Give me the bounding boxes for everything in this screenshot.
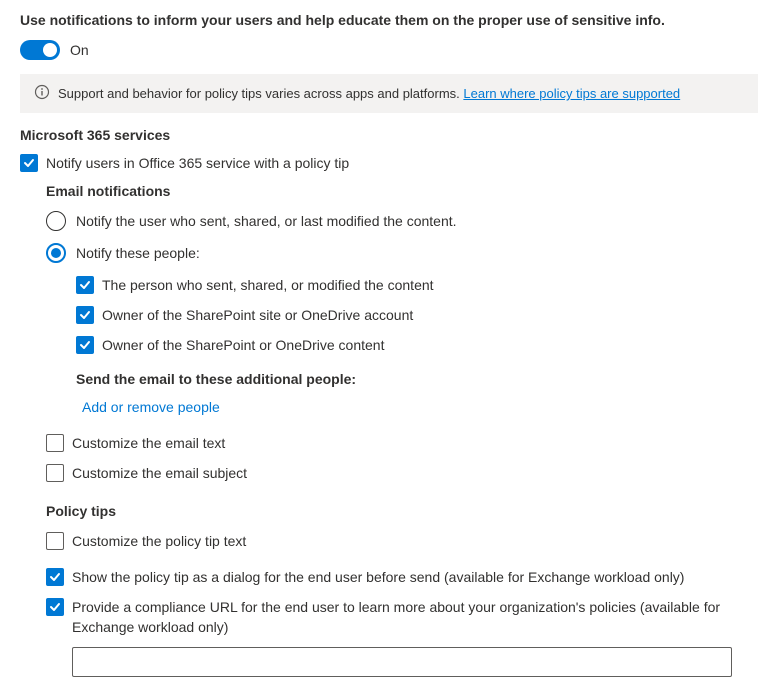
- people-contentowner-label: Owner of the SharePoint or OneDrive cont…: [102, 335, 384, 355]
- additional-people-heading: Send the email to these additional peopl…: [76, 371, 758, 387]
- show-dialog-label: Show the policy tip as a dialog for the …: [72, 567, 684, 587]
- notifications-toggle-row: On: [20, 40, 758, 60]
- people-contentowner-row: Owner of the SharePoint or OneDrive cont…: [76, 335, 758, 355]
- people-siteowner-checkbox[interactable]: [76, 306, 94, 324]
- info-banner: Support and behavior for policy tips var…: [20, 74, 758, 113]
- customize-email-subject-label: Customize the email subject: [72, 463, 247, 483]
- info-banner-text-content: Support and behavior for policy tips var…: [58, 86, 463, 101]
- notifications-toggle[interactable]: [20, 40, 60, 60]
- show-dialog-checkbox[interactable]: [46, 568, 64, 586]
- compliance-url-label: Provide a compliance URL for the end use…: [72, 597, 758, 637]
- people-person-label: The person who sent, shared, or modified…: [102, 275, 434, 295]
- people-contentowner-checkbox[interactable]: [76, 336, 94, 354]
- info-icon: [34, 84, 50, 103]
- notify-users-row: Notify users in Office 365 service with …: [20, 153, 758, 173]
- notifications-heading: Use notifications to inform your users a…: [20, 12, 758, 28]
- compliance-url-input-wrap: [72, 647, 758, 677]
- people-person-row: The person who sent, shared, or modified…: [76, 275, 758, 295]
- compliance-url-checkbox[interactable]: [46, 598, 64, 616]
- customize-email-text-label: Customize the email text: [72, 433, 225, 453]
- customize-email-text-checkbox[interactable]: [46, 434, 64, 452]
- radio-notify-sender[interactable]: [46, 211, 66, 231]
- customize-email-subject-checkbox[interactable]: [46, 464, 64, 482]
- info-banner-link[interactable]: Learn where policy tips are supported: [463, 86, 680, 101]
- notify-users-label: Notify users in Office 365 service with …: [46, 153, 349, 173]
- notifications-toggle-label: On: [70, 42, 89, 58]
- compliance-url-input[interactable]: [72, 647, 732, 677]
- add-remove-people-link[interactable]: Add or remove people: [82, 399, 220, 415]
- radio-notify-people-row: Notify these people:: [46, 243, 758, 263]
- customize-tip-text-label: Customize the policy tip text: [72, 531, 246, 551]
- info-banner-text: Support and behavior for policy tips var…: [58, 86, 680, 101]
- radio-notify-sender-label: Notify the user who sent, shared, or las…: [76, 213, 457, 229]
- people-person-checkbox[interactable]: [76, 276, 94, 294]
- radio-notify-people-label: Notify these people:: [76, 245, 200, 261]
- people-siteowner-label: Owner of the SharePoint site or OneDrive…: [102, 305, 413, 325]
- radio-notify-people[interactable]: [46, 243, 66, 263]
- show-dialog-row: Show the policy tip as a dialog for the …: [46, 567, 758, 587]
- email-notifications-heading: Email notifications: [46, 183, 758, 199]
- customize-tip-text-checkbox[interactable]: [46, 532, 64, 550]
- policy-tips-heading: Policy tips: [46, 503, 758, 519]
- radio-dot: [51, 248, 61, 258]
- people-siteowner-row: Owner of the SharePoint site or OneDrive…: [76, 305, 758, 325]
- customize-tip-text-row: Customize the policy tip text: [46, 531, 758, 551]
- compliance-url-row: Provide a compliance URL for the end use…: [46, 597, 758, 637]
- m365-services-heading: Microsoft 365 services: [20, 127, 758, 143]
- customize-email-text-row: Customize the email text: [46, 433, 758, 453]
- toggle-thumb: [43, 43, 57, 57]
- notify-users-checkbox[interactable]: [20, 154, 38, 172]
- radio-notify-sender-row: Notify the user who sent, shared, or las…: [46, 211, 758, 231]
- customize-email-subject-row: Customize the email subject: [46, 463, 758, 483]
